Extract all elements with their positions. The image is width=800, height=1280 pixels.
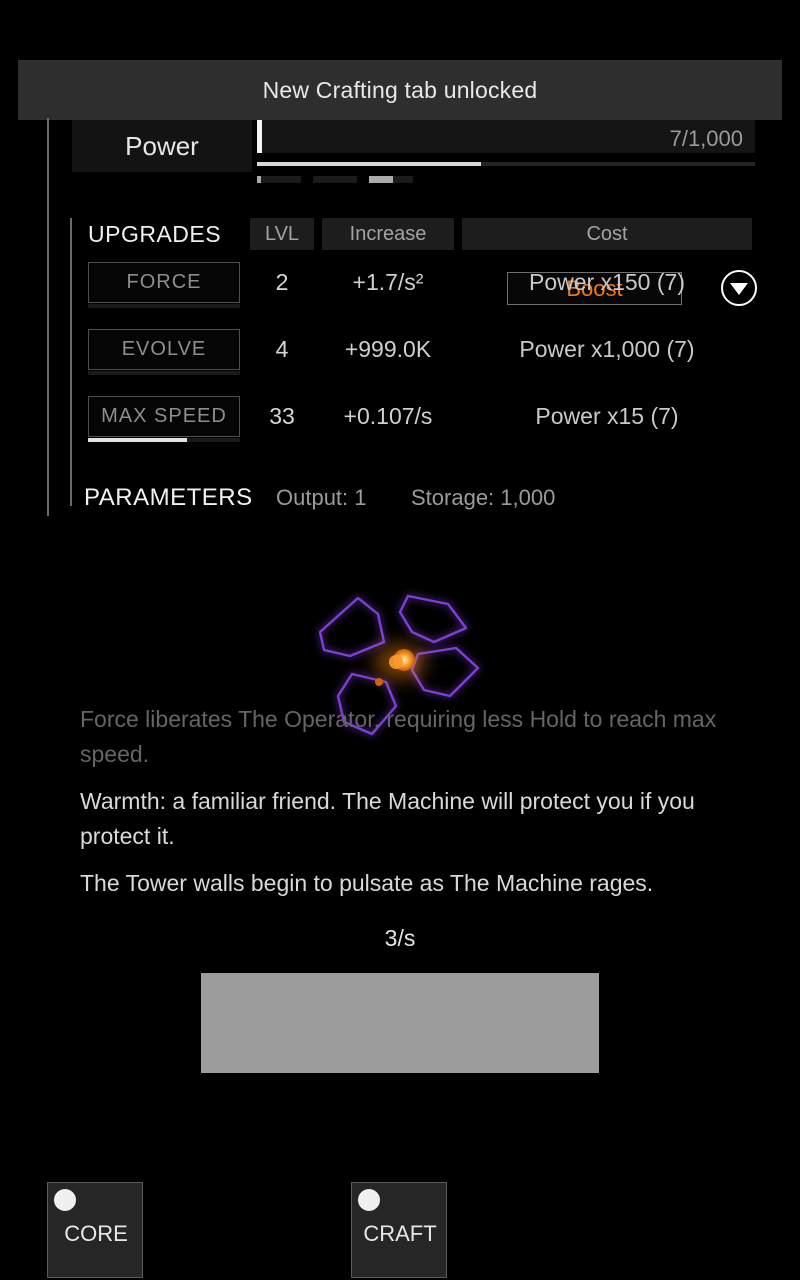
power-bar-track: 7/1,000 [257, 120, 755, 153]
upgrade-increase: +0.107/s [343, 403, 433, 429]
upgrade-cost: Power x1,000 (7) [519, 336, 695, 362]
tab-power[interactable]: Power [72, 120, 252, 172]
upgrade-cost: Power x150 (7) [529, 269, 685, 295]
log-line: Force liberates The Operator, requiring … [80, 706, 717, 767]
power-segment-group [257, 176, 755, 183]
upgrade-label: EVOLVE [121, 338, 207, 360]
event-log: Force liberates The Operator, requiring … [80, 702, 725, 913]
parameters-section-title: PARAMETERS [84, 484, 253, 511]
upgrade-progress-max-speed [88, 438, 240, 442]
power-segment [313, 176, 357, 183]
table-row: MAX SPEED 33 +0.107/s Power x15 (7) [0, 384, 800, 451]
column-header-lvl: LVL [250, 218, 314, 250]
hold-action-button[interactable] [201, 973, 599, 1073]
parameter-output: Output: 1 [276, 485, 367, 510]
column-header-cost: Cost [462, 218, 752, 250]
column-header-increase: Increase [322, 218, 454, 250]
tab-craft[interactable]: CRAFT [351, 1182, 447, 1278]
upgrades-table: UPGRADES LVL Increase Cost FORCE 2 +1.7/… [0, 218, 800, 451]
toast-message: New Crafting tab unlocked [262, 76, 538, 103]
notification-dot-icon [358, 1189, 380, 1211]
upgrade-increase: +1.7/s² [352, 269, 424, 295]
table-row: EVOLVE 4 +999.0K Power x1,000 (7) [0, 317, 800, 384]
production-rate-label: 3/s [384, 925, 416, 951]
bottom-tab-bar: CORE CRAFT [0, 1182, 800, 1280]
power-segment [369, 176, 413, 183]
upgrade-label: FORCE [126, 271, 202, 293]
parameters-row: PARAMETERS Output: 1 Storage: 1,000 [0, 478, 800, 518]
power-bar-value: 7/1,000 [669, 126, 743, 151]
tab-craft-label: CRAFT [363, 1221, 437, 1246]
upgrades-header-row: UPGRADES LVL Increase Cost [0, 218, 800, 250]
upgrade-progress-evolve [88, 371, 240, 375]
resource-panel: Power 7/1,000 Boost UPGRADES LVL Increas… [0, 110, 800, 516]
upgrade-increase: +999.0K [344, 336, 432, 362]
table-row: FORCE 2 +1.7/s² Power x150 (7) [0, 250, 800, 317]
log-line: The Tower walls begin to pulsate as The … [80, 870, 654, 896]
upgrade-level: 4 [275, 336, 289, 362]
notification-dot-icon [54, 1189, 76, 1211]
power-rate-fill [257, 162, 482, 166]
power-rate-track [257, 162, 755, 166]
power-bar-fill [257, 120, 262, 153]
tab-core-label: CORE [64, 1221, 128, 1246]
tab-power-label: Power [125, 130, 199, 161]
upgrade-button-max-speed[interactable]: MAX SPEED [88, 396, 240, 437]
power-segment [257, 176, 301, 183]
upgrade-level: 2 [275, 269, 289, 295]
upgrade-progress-force [88, 304, 240, 308]
upgrades-section-title: UPGRADES [88, 221, 222, 247]
upgrade-button-evolve[interactable]: EVOLVE [88, 329, 240, 370]
log-line: Warmth: a familiar friend. The Machine w… [80, 788, 695, 849]
tab-core[interactable]: CORE [47, 1182, 143, 1278]
upgrade-button-force[interactable]: FORCE [88, 262, 240, 303]
upgrade-label: MAX SPEED [101, 405, 227, 427]
power-bar-group: 7/1,000 [257, 120, 755, 183]
parameter-storage: Storage: 1,000 [411, 485, 556, 510]
upgrade-cost: Power x15 (7) [535, 403, 679, 429]
upgrade-level: 33 [269, 403, 295, 429]
